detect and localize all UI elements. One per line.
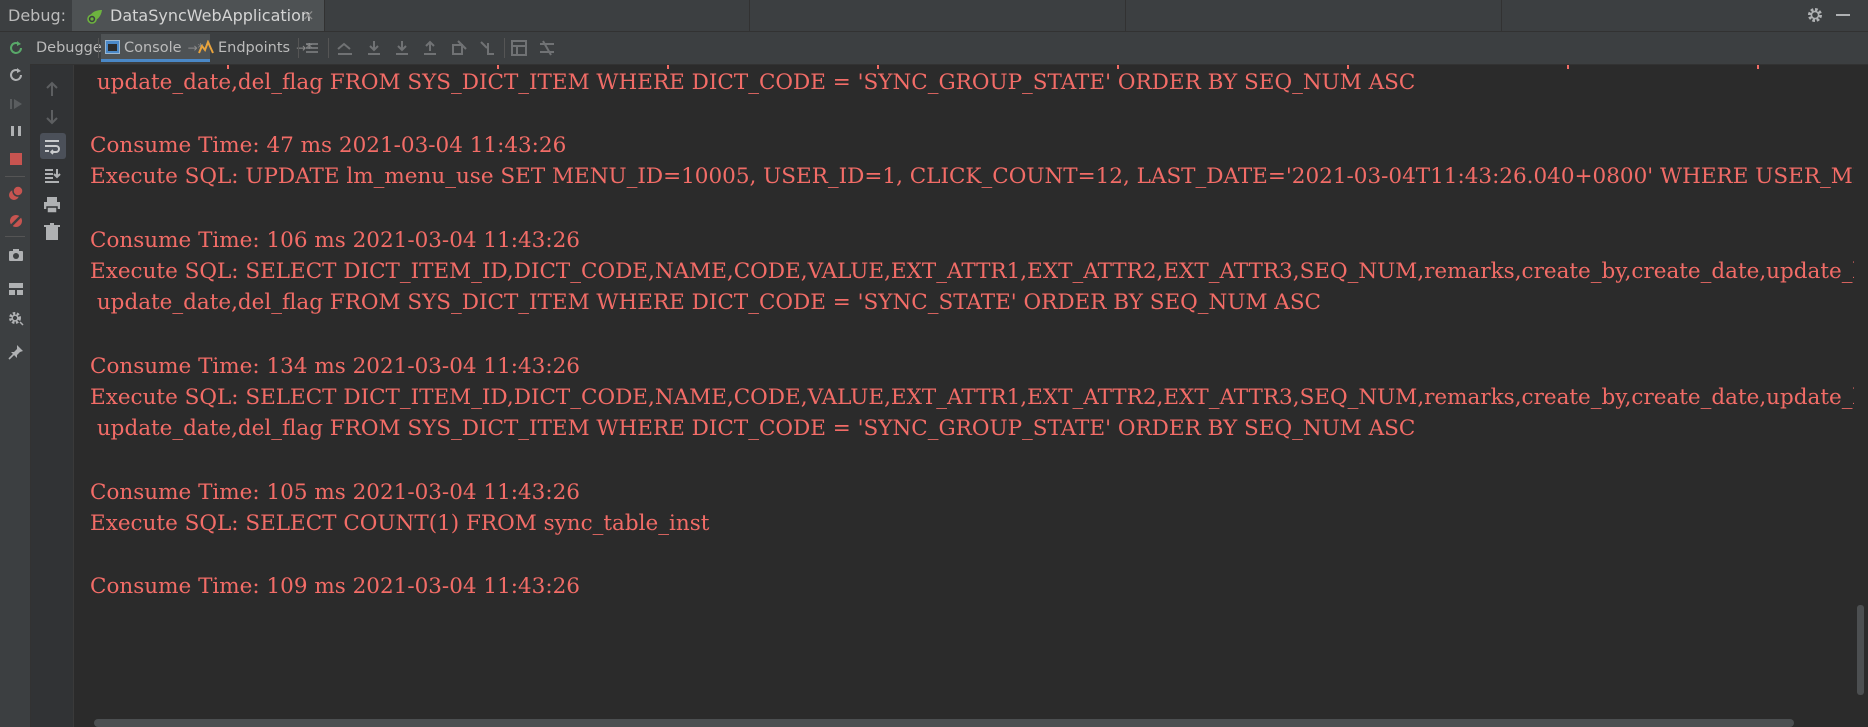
resume-icon[interactable] (7, 95, 25, 113)
pin-icon[interactable] (7, 343, 25, 361)
endpoints-icon (198, 39, 214, 54)
camera-icon[interactable] (7, 246, 25, 264)
tab-console-label: Console (124, 40, 182, 56)
title-divider (1125, 0, 1126, 31)
tab-debugger[interactable]: Debugger (36, 34, 108, 62)
console-line: Consume Time: 134 ms 2021-03-04 11:43:26 (90, 354, 580, 379)
debug-toolbar: Debugger Console →* Endpoints →* (30, 32, 1868, 65)
close-tab-icon[interactable]: × (302, 6, 315, 24)
console-output[interactable]: update_date,del_flag FROM SYS_DICT_ITEM … (74, 65, 1868, 727)
settings-icon[interactable] (7, 309, 25, 327)
console-actions-strip (31, 65, 74, 727)
show-execution-point-icon[interactable] (336, 39, 354, 57)
debug-tool-window: Debug: DataSyncWebApplication × Debugger… (0, 0, 1868, 727)
clear-all-icon[interactable] (42, 222, 62, 242)
tab-console[interactable]: Console →* (101, 34, 210, 62)
print-icon[interactable] (42, 195, 62, 215)
console-line: Consume Time: 109 ms 2021-03-04 11:43:26 (90, 574, 580, 599)
rerun-icon[interactable] (7, 39, 25, 57)
console-line: Execute SQL: UPDATE lm_menu_use SET MENU… (90, 164, 1868, 189)
drop-frame-icon[interactable] (450, 39, 468, 57)
spring-boot-icon (86, 8, 104, 28)
trace-icon[interactable] (538, 39, 556, 57)
console-line: update_date,del_flag FROM SYS_DICT_ITEM … (90, 416, 1416, 441)
toolbar-divider (504, 38, 505, 58)
console-line: Consume Time: 105 ms 2021-03-04 11:43:26 (90, 480, 580, 505)
menu-lines-icon[interactable] (303, 39, 321, 57)
strip-separator (5, 236, 25, 237)
console-line: update_date,del_flag FROM SYS_DICT_ITEM … (90, 70, 1416, 95)
view-breakpoints-icon[interactable] (7, 184, 25, 202)
force-step-into-icon[interactable] (421, 39, 439, 57)
run-config-tab-label: DataSyncWebApplication (110, 6, 312, 25)
mute-breakpoints-icon[interactable] (7, 212, 25, 230)
title-divider (1501, 0, 1502, 31)
toolbar-divider (298, 38, 299, 58)
run-config-tab[interactable]: DataSyncWebApplication × (72, 0, 325, 31)
debug-label: Debug: (8, 6, 67, 25)
minimize-icon[interactable] (1836, 14, 1850, 16)
console-line: Execute SQL: SELECT COUNT(1) FROM sync_t… (90, 511, 710, 536)
console-line: Execute SQL: SELECT DICT_ITEM_ID,DICT_CO… (90, 259, 1868, 284)
title-divider (749, 0, 750, 31)
vertical-scrollbar-thumb[interactable] (1857, 605, 1864, 695)
debug-title-bar: Debug: DataSyncWebApplication × (0, 0, 1868, 32)
toolbar-divider (98, 38, 99, 58)
pause-icon[interactable] (7, 122, 25, 140)
scroll-up-icon[interactable] (42, 79, 62, 99)
console-line: Consume Time: 106 ms 2021-03-04 11:43:26 (90, 228, 580, 253)
soft-wrap-icon[interactable] (42, 136, 62, 156)
tab-endpoints[interactable]: Endpoints →* (198, 34, 312, 62)
step-into-icon[interactable] (393, 39, 411, 57)
strip-separator (5, 176, 25, 177)
run-to-cursor-icon[interactable] (478, 39, 496, 57)
console-line: update_date,del_flag FROM SYS_DICT_ITEM … (90, 290, 1322, 315)
debug-actions-strip (0, 32, 31, 727)
tab-debugger-label: Debugger (36, 40, 108, 56)
evaluate-expression-icon[interactable] (510, 39, 528, 57)
toolbar-divider (328, 38, 329, 58)
horizontal-scrollbar-thumb[interactable] (94, 719, 1794, 727)
console-line: Execute SQL: SELECT DICT_ITEM_ID,DICT_CO… (90, 385, 1868, 410)
restore-icon[interactable] (7, 66, 25, 84)
step-over-icon[interactable] (365, 39, 383, 57)
console-icon (105, 40, 120, 54)
stop-icon[interactable] (7, 150, 25, 168)
scroll-down-icon[interactable] (42, 107, 62, 127)
scroll-to-end-icon[interactable] (42, 166, 62, 186)
layout-icon[interactable] (7, 280, 25, 298)
tab-endpoints-label: Endpoints (218, 40, 291, 56)
settings-gear-icon[interactable] (1806, 6, 1824, 28)
console-line: Consume Time: 47 ms 2021-03-04 11:43:26 (90, 133, 567, 158)
